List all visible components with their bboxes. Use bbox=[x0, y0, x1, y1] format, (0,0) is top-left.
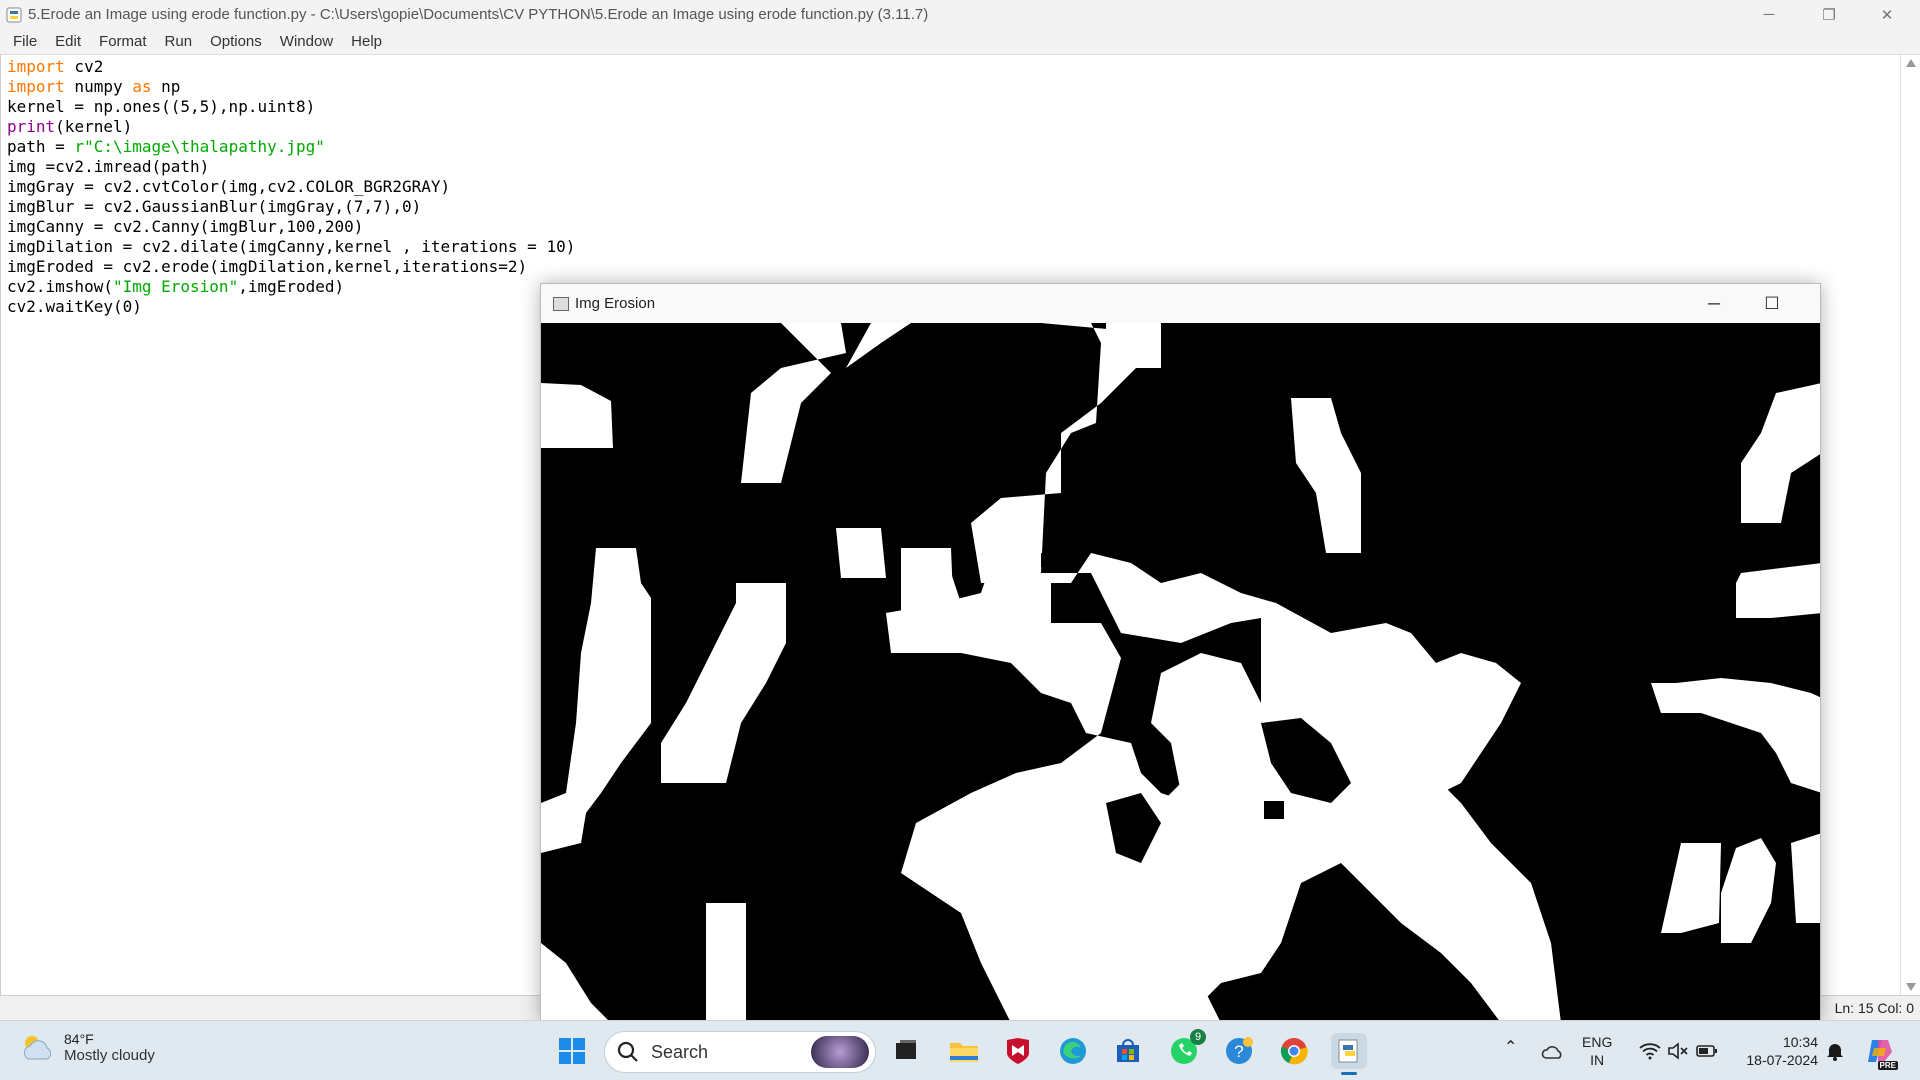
battery-icon[interactable] bbox=[1693, 1037, 1721, 1065]
code-line[interactable]: imgCanny = cv2.Canny(imgBlur,100,200) bbox=[7, 217, 1900, 237]
window-image-icon bbox=[553, 296, 569, 311]
image-minimize-button[interactable]: ─ bbox=[1685, 284, 1743, 323]
code-token: import bbox=[7, 77, 65, 96]
code-token: numpy bbox=[64, 77, 133, 96]
onedrive-icon[interactable] bbox=[1538, 1036, 1568, 1066]
lang-line2: IN bbox=[1590, 1052, 1605, 1068]
code-token: ,imgEroded) bbox=[238, 277, 345, 296]
chevron-up-icon[interactable]: ⌃ bbox=[1504, 1039, 1517, 1057]
language-indicator[interactable]: ENG IN bbox=[1582, 1033, 1612, 1069]
clock-date: 18-07-2024 bbox=[1746, 1052, 1818, 1068]
task-view-icon[interactable] bbox=[888, 1033, 924, 1069]
menu-window[interactable]: Window bbox=[271, 33, 342, 50]
cloudy-weather-icon bbox=[23, 1035, 52, 1059]
file-explorer-icon[interactable] bbox=[946, 1033, 982, 1069]
code-token: cv2.imshow( bbox=[7, 277, 113, 296]
code-token: np bbox=[151, 77, 181, 96]
code-token: "Img Erosion" bbox=[112, 277, 239, 296]
image-window[interactable]: Img Erosion ─ ☐ ✕ bbox=[540, 283, 1821, 1023]
code-token: import bbox=[7, 57, 65, 76]
microsoft-store-icon[interactable] bbox=[1110, 1033, 1146, 1069]
menu-bar: File Edit Format Run Options Window Help bbox=[0, 29, 1920, 55]
code-line[interactable]: print(kernel) bbox=[7, 117, 1900, 137]
code-token: imgCanny = cv2.Canny(imgBlur,100,200) bbox=[7, 217, 364, 236]
python-idle-icon bbox=[6, 7, 22, 22]
menu-help[interactable]: Help bbox=[342, 33, 391, 50]
code-line[interactable]: kernel = np.ones((5,5),np.uint8) bbox=[7, 97, 1900, 117]
code-token: cv2 bbox=[64, 57, 104, 76]
image-maximize-button[interactable]: ☐ bbox=[1743, 284, 1801, 323]
scroll-down-icon[interactable] bbox=[1906, 983, 1916, 991]
lang-line1: ENG bbox=[1582, 1034, 1613, 1050]
code-line[interactable]: imgDilation = cv2.dilate(imgCanny,kernel… bbox=[7, 237, 1900, 257]
weather-temp: 84°F bbox=[64, 1031, 94, 1047]
image-window-title: Img Erosion bbox=[575, 295, 656, 312]
code-token: cv2.waitKey(0) bbox=[7, 297, 142, 316]
chrome-icon[interactable] bbox=[1276, 1033, 1312, 1069]
cursor-position: Ln: 15 Col: 0 bbox=[1834, 1000, 1914, 1016]
code-token: (kernel) bbox=[55, 117, 133, 136]
code-line[interactable]: path = r"C:\image\thalapathy.jpg" bbox=[7, 137, 1900, 157]
taskbar-search[interactable]: Search bbox=[604, 1031, 876, 1073]
code-token: imgGray = cv2.cvtColor(img,cv2.COLOR_BGR… bbox=[7, 177, 451, 196]
code-token: as bbox=[132, 77, 152, 96]
menu-file[interactable]: File bbox=[4, 33, 46, 50]
mcafee-icon[interactable] bbox=[1000, 1033, 1036, 1069]
whatsapp-badge: 9 bbox=[1190, 1029, 1206, 1045]
vertical-scrollbar[interactable] bbox=[1900, 55, 1920, 995]
minimize-button[interactable]: ─ bbox=[1740, 0, 1798, 29]
get-help-icon[interactable]: ? bbox=[1221, 1033, 1257, 1069]
eroded-image bbox=[541, 323, 1820, 1022]
code-token: print bbox=[7, 117, 56, 136]
active-indicator bbox=[1341, 1072, 1357, 1075]
code-token: r"C:\image\thalapathy.jpg" bbox=[74, 137, 325, 156]
image-close-button[interactable]: ✕ bbox=[1801, 284, 1820, 323]
code-token: imgDilation = cv2.dilate(imgCanny,kernel… bbox=[7, 237, 576, 256]
wifi-icon[interactable] bbox=[1636, 1037, 1664, 1065]
code-line[interactable]: imgBlur = cv2.GaussianBlur(imgGray,(7,7)… bbox=[7, 197, 1900, 217]
volume-muted-icon[interactable] bbox=[1664, 1037, 1692, 1065]
copilot-badge: PRE bbox=[1877, 1061, 1898, 1070]
code-line[interactable]: imgGray = cv2.cvtColor(img,cv2.COLOR_BGR… bbox=[7, 177, 1900, 197]
search-icon bbox=[617, 1041, 638, 1062]
weather-desc: Mostly cloudy bbox=[64, 1047, 155, 1064]
restore-button[interactable]: ❐ bbox=[1800, 0, 1858, 29]
menu-run[interactable]: Run bbox=[156, 33, 202, 50]
svg-text:?: ? bbox=[1234, 1042, 1243, 1061]
image-window-titlebar[interactable]: Img Erosion bbox=[541, 284, 1820, 323]
notification-bell-icon[interactable] bbox=[1822, 1037, 1848, 1065]
search-label: Search bbox=[651, 1041, 709, 1062]
code-token: imgEroded = cv2.erode(imgDilation,kernel… bbox=[7, 257, 528, 276]
python-idle-taskbar-icon[interactable] bbox=[1331, 1033, 1367, 1075]
code-token: kernel = np.ones((5,5),np.uint8) bbox=[7, 97, 316, 116]
code-token: img =cv2.imread(path) bbox=[7, 157, 210, 176]
taskbar: 84°F Mostly cloudy Search 9 ? ⌃ ENG IN 1… bbox=[0, 1020, 1920, 1080]
scroll-up-icon[interactable] bbox=[1906, 59, 1916, 67]
clock-time: 10:34 bbox=[1782, 1034, 1818, 1050]
menu-format[interactable]: Format bbox=[90, 33, 156, 50]
code-line[interactable]: img =cv2.imread(path) bbox=[7, 157, 1900, 177]
weather-widget[interactable]: 84°F Mostly cloudy bbox=[20, 1031, 155, 1064]
code-line[interactable]: import numpy as np bbox=[7, 77, 1900, 97]
close-button[interactable]: ✕ bbox=[1858, 0, 1916, 29]
code-line[interactable]: imgEroded = cv2.erode(imgDilation,kernel… bbox=[7, 257, 1900, 277]
window-title: 5.Erode an Image using erode function.py… bbox=[28, 6, 929, 23]
whatsapp-icon[interactable]: 9 bbox=[1166, 1029, 1206, 1069]
title-bar: 5.Erode an Image using erode function.py… bbox=[0, 0, 1920, 29]
menu-edit[interactable]: Edit bbox=[46, 33, 90, 50]
code-token: path = bbox=[7, 137, 75, 156]
clock[interactable]: 10:34 18-07-2024 bbox=[1734, 1033, 1818, 1069]
windows-start-icon[interactable] bbox=[554, 1033, 590, 1069]
menu-options[interactable]: Options bbox=[201, 33, 271, 50]
edge-icon[interactable] bbox=[1055, 1033, 1091, 1069]
code-line[interactable]: import cv2 bbox=[7, 57, 1900, 77]
copilot-icon[interactable]: PRE bbox=[1862, 1034, 1898, 1070]
code-token: imgBlur = cv2.GaussianBlur(imgGray,(7,7)… bbox=[7, 197, 422, 216]
search-highlight-icon bbox=[811, 1036, 869, 1068]
